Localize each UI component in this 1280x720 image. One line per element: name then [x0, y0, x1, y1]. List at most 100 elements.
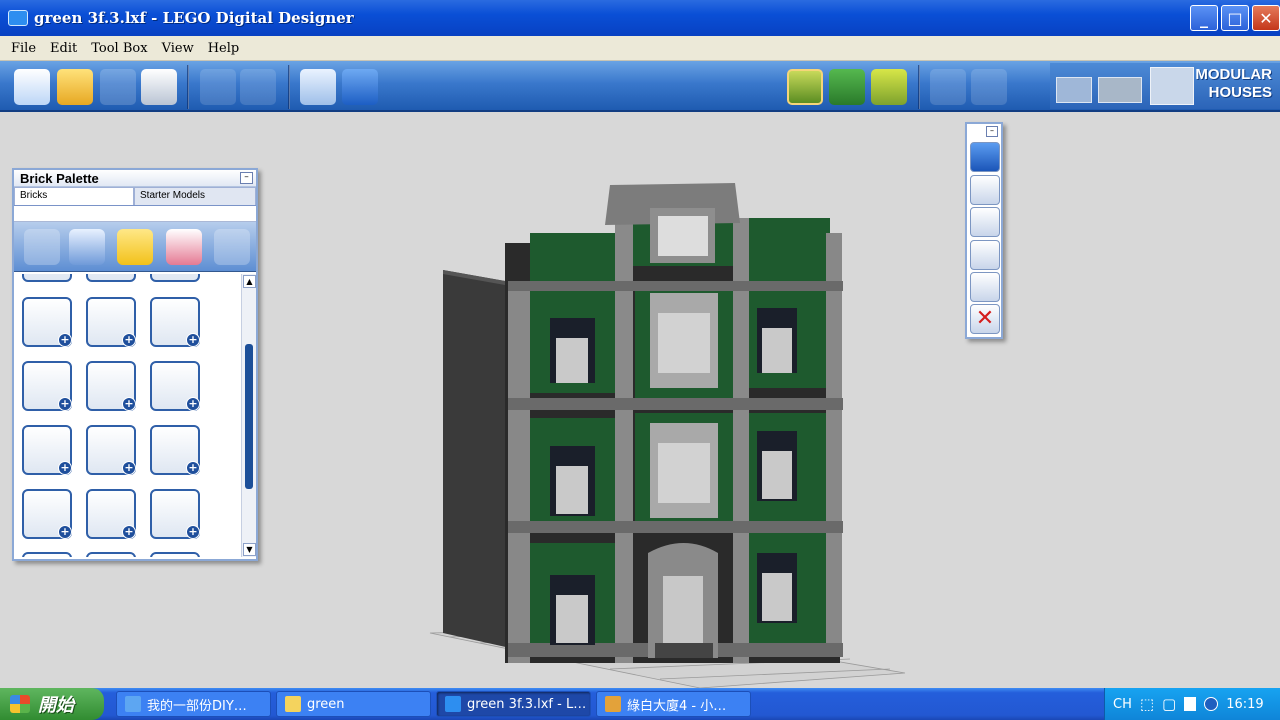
- taskbar-item-label: green: [307, 696, 345, 712]
- plate-wedge-icon[interactable]: +: [22, 361, 72, 411]
- delete-icon[interactable]: ✕: [970, 304, 1000, 334]
- window-title: green 3f.3.lxf - LEGO Digital Designer: [34, 9, 354, 27]
- wheel-icon[interactable]: +: [86, 425, 136, 475]
- print-icon[interactable]: [141, 69, 177, 105]
- curved-slope-brick-icon[interactable]: +: [22, 297, 72, 347]
- title-bar: green 3f.3.lxf - LEGO Digital Designer _…: [0, 0, 1280, 36]
- color-picker-icon[interactable]: [117, 229, 153, 265]
- wedge-plate-icon[interactable]: +: [150, 361, 200, 411]
- open-icon[interactable]: [57, 69, 93, 105]
- palette-header: Brick Palette –: [14, 170, 256, 187]
- menu-view[interactable]: View: [155, 41, 201, 56]
- zoom-view-icon[interactable]: [971, 69, 1007, 105]
- clone-icon[interactable]: [970, 207, 1000, 237]
- palette-toolbar: [14, 222, 256, 272]
- building-left-side: [443, 270, 510, 648]
- add-group-icon[interactable]: [24, 229, 60, 265]
- scroll-thumb[interactable]: [245, 344, 253, 489]
- close-button[interactable]: ✕: [1252, 5, 1280, 31]
- help-book-icon[interactable]: [342, 69, 378, 105]
- paint-icon[interactable]: [970, 272, 1000, 302]
- brick-partial-icon[interactable]: [22, 274, 72, 282]
- tab-starter-models[interactable]: Starter Models: [134, 187, 256, 205]
- house-thumbnail-icon: [1098, 77, 1142, 103]
- ime-mode-icon[interactable]: ▢: [1162, 695, 1176, 713]
- taskbar-item-folder[interactable]: green: [276, 691, 431, 717]
- brick-select-icon[interactable]: [970, 142, 1000, 172]
- keyboard-icon[interactable]: [1184, 697, 1197, 711]
- folder-icon: [285, 696, 301, 712]
- building-guide-mode-icon[interactable]: [871, 69, 907, 105]
- brick-partial-icon[interactable]: [86, 274, 136, 282]
- axle-connector-icon[interactable]: +: [86, 489, 136, 539]
- windows-logo-icon: [10, 695, 30, 713]
- add-plus-icon: +: [58, 333, 72, 347]
- tool-panel-minimize-button[interactable]: –: [986, 126, 998, 137]
- new-model-icon[interactable]: [14, 69, 50, 105]
- add-plus-icon: +: [186, 461, 200, 475]
- clock: 16:19: [1226, 696, 1264, 712]
- rotate-view-icon[interactable]: [930, 69, 966, 105]
- palette-scrollbar[interactable]: ▲ ▼: [241, 274, 256, 557]
- reset-icon[interactable]: [214, 229, 250, 265]
- lego-app-icon: [445, 696, 461, 712]
- tab-bricks[interactable]: Bricks: [14, 187, 134, 205]
- add-plus-icon: +: [122, 397, 136, 411]
- house-thumbnail-icon: [1056, 77, 1092, 103]
- brick-partial-icon[interactable]: [150, 274, 200, 282]
- add-plus-icon: +: [186, 333, 200, 347]
- language-indicator[interactable]: CH: [1113, 697, 1132, 712]
- add-plus-icon: +: [58, 525, 72, 539]
- redo-icon[interactable]: [240, 69, 276, 105]
- slope-brick-icon[interactable]: +: [86, 361, 136, 411]
- add-plus-icon: +: [186, 397, 200, 411]
- pointer-icon[interactable]: [970, 175, 1000, 205]
- save-icon[interactable]: [100, 69, 136, 105]
- palette-minimize-button[interactable]: –: [240, 172, 253, 184]
- plate-2x2-icon[interactable]: +: [86, 297, 136, 347]
- scroll-up-icon[interactable]: ▲: [243, 275, 256, 288]
- menu-edit[interactable]: Edit: [43, 41, 84, 56]
- palette-filter-area: [14, 206, 256, 222]
- taskbar-item-image[interactable]: 綠白大廈4 - 小…: [596, 691, 751, 717]
- browser-icon: [125, 696, 141, 712]
- taskbar-item-lego[interactable]: green 3f.3.lxf - L…: [436, 691, 591, 717]
- brick-partial-icon[interactable]: [86, 552, 136, 557]
- menu-toolbox[interactable]: Tool Box: [84, 41, 154, 56]
- theme-label: MODULAR HOUSES: [1195, 66, 1272, 102]
- view-mode-icon[interactable]: [829, 69, 865, 105]
- system-tray: CH ⬚ ▢ 16:19: [1104, 688, 1280, 720]
- start-label: 開始: [38, 695, 74, 716]
- maximize-button[interactable]: □: [1221, 5, 1249, 31]
- start-button[interactable]: 開始: [0, 688, 104, 720]
- taskbar-item-label: green 3f.3.lxf - L…: [467, 696, 587, 712]
- decorate-icon[interactable]: [166, 229, 202, 265]
- hinge-icon[interactable]: [970, 240, 1000, 270]
- plate-2x3-icon[interactable]: +: [150, 297, 200, 347]
- round-brick-icon[interactable]: +: [150, 489, 200, 539]
- ime-icon[interactable]: ⬚: [1140, 695, 1154, 713]
- add-plus-icon: +: [186, 525, 200, 539]
- brick-partial-icon[interactable]: [22, 552, 72, 557]
- door-icon[interactable]: +: [22, 425, 72, 475]
- palette-title: Brick Palette: [20, 170, 99, 186]
- lever-icon[interactable]: +: [150, 425, 200, 475]
- swap-icon[interactable]: [69, 229, 105, 265]
- minifig-icon[interactable]: +: [22, 489, 72, 539]
- expand-tray-icon[interactable]: [1204, 697, 1219, 711]
- brick-palette: Brick Palette – Bricks Starter Models + …: [12, 168, 258, 561]
- taskbar-item-ie[interactable]: 我的一部份DIY…: [116, 691, 271, 717]
- build-mode-icon[interactable]: [787, 69, 823, 105]
- menu-file[interactable]: File: [4, 41, 43, 56]
- menu-bar: File Edit Tool Box View Help: [0, 36, 1280, 61]
- undo-icon[interactable]: [200, 69, 236, 105]
- add-plus-icon: +: [122, 333, 136, 347]
- scroll-down-icon[interactable]: ▼: [243, 543, 256, 556]
- help-pointer-icon[interactable]: [300, 69, 336, 105]
- menu-help[interactable]: Help: [201, 41, 247, 56]
- brick-partial-icon[interactable]: [150, 552, 200, 557]
- add-plus-icon: +: [58, 461, 72, 475]
- taskbar: 開始 我的一部份DIY… green green 3f.3.lxf - L… 綠…: [0, 688, 1280, 720]
- lego-app-icon: [8, 10, 28, 26]
- minimize-button[interactable]: _: [1190, 5, 1218, 31]
